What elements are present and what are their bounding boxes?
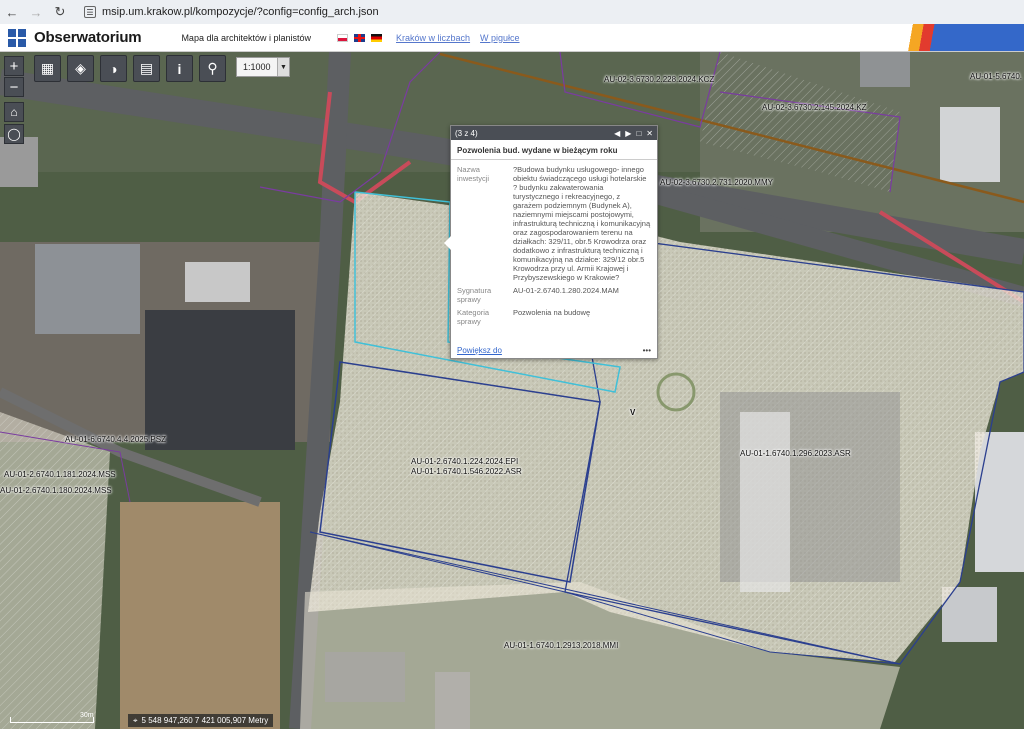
zoom-out-button[interactable]: − xyxy=(4,77,24,97)
feature-popup: (3 z 4) ◀ ▶ □ ✕ Pozwolenia bud. wydane w… xyxy=(444,125,658,359)
parcel-label[interactable]: AU-01-1.6740.1.546.2022.ASR xyxy=(411,467,522,476)
zoom-to-link[interactable]: Powiększ do xyxy=(457,346,502,355)
layers-icon[interactable]: ◈ xyxy=(67,55,94,82)
popup-footer: Powiększ do ••• xyxy=(457,346,651,355)
forward-icon[interactable]: → xyxy=(24,0,48,24)
parcel-label[interactable]: AU-02-3.6730.2.145.2024.KZ xyxy=(762,103,867,112)
parcel-label[interactable]: AU-01-2.6740.1.224.2024.EPI xyxy=(411,457,518,466)
popup-value: ?Budowa budynku usługowego- innego obiek… xyxy=(513,165,651,282)
url-text: msip.um.krakow.pl/kompozycje/?config=con… xyxy=(102,6,379,18)
app-header: Obserwatorium Mapa dla architektów i pla… xyxy=(0,24,1024,52)
flag-gb-icon[interactable] xyxy=(354,33,366,42)
popup-row: Nazwa inwestycji ?Budowa budynku usługow… xyxy=(451,165,657,282)
popup-key: Kategoria sprawy xyxy=(457,308,490,326)
popup-value: Pozwolenia na budowę xyxy=(513,308,591,317)
zoom-in-button[interactable]: + xyxy=(4,56,24,76)
parcel-label[interactable]: AU-01-6.6740.4.4.2025.PSZ xyxy=(65,435,166,444)
scale-value: 1:1000 xyxy=(243,62,271,72)
map-icon[interactable]: ▤ xyxy=(133,55,160,82)
info-icon[interactable]: i xyxy=(166,55,193,82)
logo-icon xyxy=(8,28,26,47)
popup-title: Pozwolenia bud. wydane w bieżącym roku xyxy=(451,140,657,160)
flag-de-icon[interactable] xyxy=(371,33,383,42)
parcel-label[interactable]: AU-01-1.6740.1.2913.2018.MMI xyxy=(504,641,618,650)
app-subtitle: Mapa dla architektów i planistów xyxy=(181,32,312,43)
popup-header: (3 z 4) ◀ ▶ □ ✕ xyxy=(451,126,657,140)
popup-pager: (3 z 4) xyxy=(455,128,478,138)
flag-pl-icon[interactable] xyxy=(337,33,349,42)
maximize-icon[interactable]: □ xyxy=(636,129,641,138)
site-info-icon[interactable]: ☰ xyxy=(84,6,96,18)
coordinates-text: 5 548 947,260 7 421 005,907 Metry xyxy=(141,716,269,725)
popup-key: Sygnatura sprawy xyxy=(457,286,492,304)
popup-row: Sygnatura sprawy AU-01-2.6740.1.280.2024… xyxy=(451,286,657,304)
locate-button[interactable]: ◯ xyxy=(4,124,24,144)
parcel-label[interactable]: AU-02-3.6730.2.228.2024.KCZ xyxy=(604,75,714,84)
map-marker: V xyxy=(630,408,636,417)
crosshair-icon: ⌖ xyxy=(133,715,138,725)
brand-stripe xyxy=(894,24,1024,51)
home-button[interactable]: ⌂ xyxy=(4,102,24,122)
coordinates-display: ⌖ 5 548 947,260 7 421 005,907 Metry xyxy=(128,714,274,727)
binoculars-icon[interactable]: ◑ xyxy=(100,55,127,82)
prev-feature-icon[interactable]: ◀ xyxy=(614,129,620,138)
next-feature-icon[interactable]: ▶ xyxy=(625,129,631,138)
address-bar[interactable]: ☰ msip.um.krakow.pl/kompozycje/?config=c… xyxy=(78,3,385,21)
back-icon[interactable]: ← xyxy=(0,0,24,24)
popup-key: Nazwa inwestycji xyxy=(457,165,490,183)
scale-bar-label: 30m xyxy=(80,712,94,719)
popup-row: Kategoria sprawy Pozwolenia na budowę xyxy=(451,308,657,326)
parcel-label[interactable]: AU-01-1.6740.1.296.2023.ASR xyxy=(740,449,851,458)
map-view[interactable]: AU-02-3.6730.2.228.2024.KCZ AU-02-3.6730… xyxy=(0,52,1024,729)
parcel-label[interactable]: AU-01-2.6740.1.181.2024.MSS xyxy=(4,470,116,479)
reload-icon[interactable]: ↻ xyxy=(48,0,72,24)
scale-select[interactable]: 1:1000 ▼ xyxy=(236,57,290,77)
popup-value: AU-01-2.6740.1.280.2024.MAM xyxy=(513,286,619,295)
link-krakow-w-liczbach[interactable]: Kraków w liczbach xyxy=(396,33,470,43)
parcel-label[interactable]: AU-01-5.6740. xyxy=(970,72,1022,81)
browser-toolbar: ← → ↻ ☰ msip.um.krakow.pl/kompozycje/?co… xyxy=(0,0,1024,24)
parcel-label[interactable]: AU-01-2.6740.1.180.2024.MSS xyxy=(0,486,112,495)
grid-icon[interactable]: ▦ xyxy=(34,55,61,82)
search-icon[interactable]: ⚲ xyxy=(199,55,226,82)
popup-pointer xyxy=(444,236,451,250)
app-title: Obserwatorium xyxy=(34,29,142,46)
more-options-icon[interactable]: ••• xyxy=(643,346,651,355)
close-icon[interactable]: ✕ xyxy=(646,129,653,138)
parcel-label[interactable]: AU-02-3.6730.2.731.2020.MMY xyxy=(660,178,773,187)
language-switcher xyxy=(337,33,383,42)
link-w-pigulce[interactable]: W pigułce xyxy=(480,33,520,43)
chevron-down-icon: ▼ xyxy=(277,58,289,76)
